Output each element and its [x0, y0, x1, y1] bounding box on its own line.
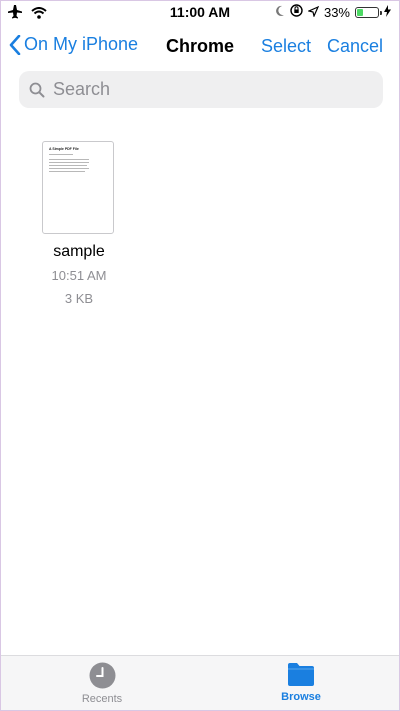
- thumbnail-heading: A Simple PDF File: [49, 147, 79, 151]
- tab-browse[interactable]: Browse: [256, 662, 346, 703]
- search-icon: [29, 82, 45, 97]
- thumbnail-line: [49, 168, 89, 169]
- orientation-lock-icon: [290, 4, 303, 20]
- search-input[interactable]: [51, 78, 375, 101]
- back-button[interactable]: On My iPhone: [9, 34, 138, 55]
- location-icon: [307, 5, 320, 20]
- cancel-button[interactable]: Cancel: [327, 36, 383, 57]
- file-modified-time: 10:51 AM: [51, 268, 107, 283]
- file-name: sample: [53, 243, 105, 260]
- back-button-label: On My iPhone: [24, 34, 139, 54]
- battery-percent: 33%: [323, 4, 350, 20]
- navigation-bar: On My iPhone Chrome Select Cancel: [1, 25, 399, 69]
- battery-fill: [357, 8, 363, 16]
- file-size: 3 KB: [64, 291, 94, 306]
- tab-bar: Recents Browse: [1, 655, 399, 710]
- thumbnail-line: [49, 165, 87, 166]
- tab-browse-label: Browse: [281, 691, 321, 703]
- page-title: Chrome: [165, 36, 234, 56]
- thumbnail-line: [49, 162, 89, 163]
- clock-icon: [89, 662, 115, 689]
- nav-actions: Select Cancel: [261, 36, 383, 57]
- select-button[interactable]: Select: [261, 36, 311, 57]
- tab-recents-label: Recents: [81, 693, 123, 705]
- charging-icon: [384, 4, 391, 20]
- file-item[interactable]: A Simple PDF File sample 10:51 AM 3 KB: [39, 141, 119, 306]
- thumbnail-line: [49, 171, 85, 172]
- moon-icon: [275, 5, 285, 20]
- thumbnail-line: [49, 154, 73, 155]
- tab-recents[interactable]: Recents: [57, 662, 147, 705]
- status-right: 33%: [275, 4, 391, 20]
- search-bar[interactable]: [19, 71, 383, 108]
- thumbnail-line: [49, 159, 89, 160]
- status-bar: 11:00 AM 33%: [1, 1, 399, 25]
- folder-icon: [288, 663, 314, 686]
- battery-icon: [355, 6, 382, 18]
- file-thumbnail[interactable]: A Simple PDF File: [42, 141, 114, 234]
- chevron-left-icon: [9, 34, 21, 55]
